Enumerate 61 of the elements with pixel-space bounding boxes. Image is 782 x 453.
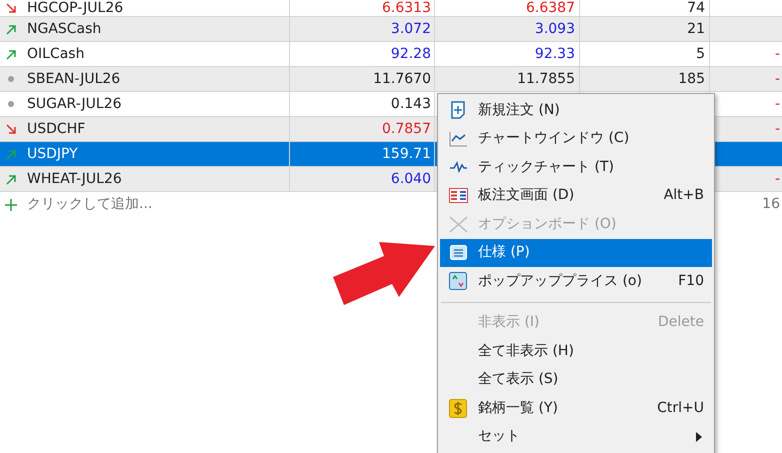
table-icon [448,188,468,204]
ask-cell-text: 92.33 [534,44,575,64]
shortcut-label: Ctrl+U [657,398,704,418]
bid-cell-text: 159.71 [382,144,431,164]
document-plus-icon [450,101,466,120]
dot-icon [8,101,14,107]
menu-item[interactable]: 銘柄一覧 (Y) Ctrl+U [440,394,712,422]
shortcut-label: Delete [658,313,704,332]
menu-item[interactable]: セット [440,422,712,451]
table-row[interactable]: SBEAN-JUL26 11.7670 11.7855 185 - [0,67,782,92]
table-row[interactable]: NGASCash 3.072 3.093 21 [0,17,782,42]
symbol-cell-text: WHEAT-JUL26 [26,170,122,188]
bid-cell-text: 92.28 [390,44,431,64]
symbol-cell-text: SUGAR-JUL26 [26,94,122,114]
menu-item[interactable]: 全て表示 (S) [440,366,712,394]
menu-item[interactable]: 全て非表示 (H) [440,337,712,366]
bid-cell-text: 0.143 [390,94,431,114]
ask-cell-text: 3.093 [534,20,575,38]
menu-item[interactable]: ポップアッププライス (o) F10 [440,267,712,296]
symbol-cell-text: NGASCash [26,20,102,38]
table-row[interactable]: OILCash 92.28 92.33 5 - [0,42,782,67]
symbol-cell-text: HGCOP-JUL26 [26,0,124,18]
dollar-icon [449,398,467,418]
symbol-count: 16 [762,195,780,214]
change-cell-text: - [774,44,780,64]
list-icon [450,245,466,260]
change-cell-text: - [774,70,780,88]
ask-cell-text: 11.7855 [517,70,575,88]
spread-cell-text: 185 [678,70,705,88]
ask-cell-text: 6.6387 [526,0,575,18]
bid-cell-text: 6.040 [390,170,431,188]
spread-cell-text: 5 [696,44,705,64]
bid-cell-text: 3.072 [390,20,431,38]
bid-cell-text: 6.6313 [382,0,431,18]
shortcut-label: F10 [678,272,704,291]
menu-item[interactable]: 仕様 (P) [440,238,712,267]
submenu-arrow-icon [696,432,702,442]
symbol-cell-text: OILCash [26,44,84,64]
change-cell-text: - [774,120,780,138]
wave-icon [448,161,468,174]
plus-icon [5,198,17,210]
dot-icon [8,76,14,82]
symbol-cell-text: SBEAN-JUL26 [26,70,120,88]
bid-cell-text: 0.7857 [382,120,431,138]
symbol-cell-text: USDCHF [26,120,86,138]
change-cell-text: - [774,170,780,188]
symbol-cell-text: USDJPY [26,144,78,164]
up-arrow-icon [6,24,16,34]
up-arrow-icon [6,48,16,60]
price-window-icon [449,272,467,290]
up-arrow-icon [6,174,16,184]
down-arrow-icon [6,2,16,14]
up-arrow-icon [6,148,16,160]
change-cell-text: - [774,94,780,114]
table-row[interactable]: HGCOP-JUL26 6.6313 6.6387 74 [0,0,782,17]
bid-cell-text: 11.7670 [373,70,431,88]
spread-cell-text: 74 [687,0,705,18]
down-arrow-icon [6,124,16,134]
line-chart-icon [448,130,468,147]
spread-cell-text: 21 [687,20,705,38]
add-symbol-link[interactable]: クリックして追加... [27,194,152,215]
